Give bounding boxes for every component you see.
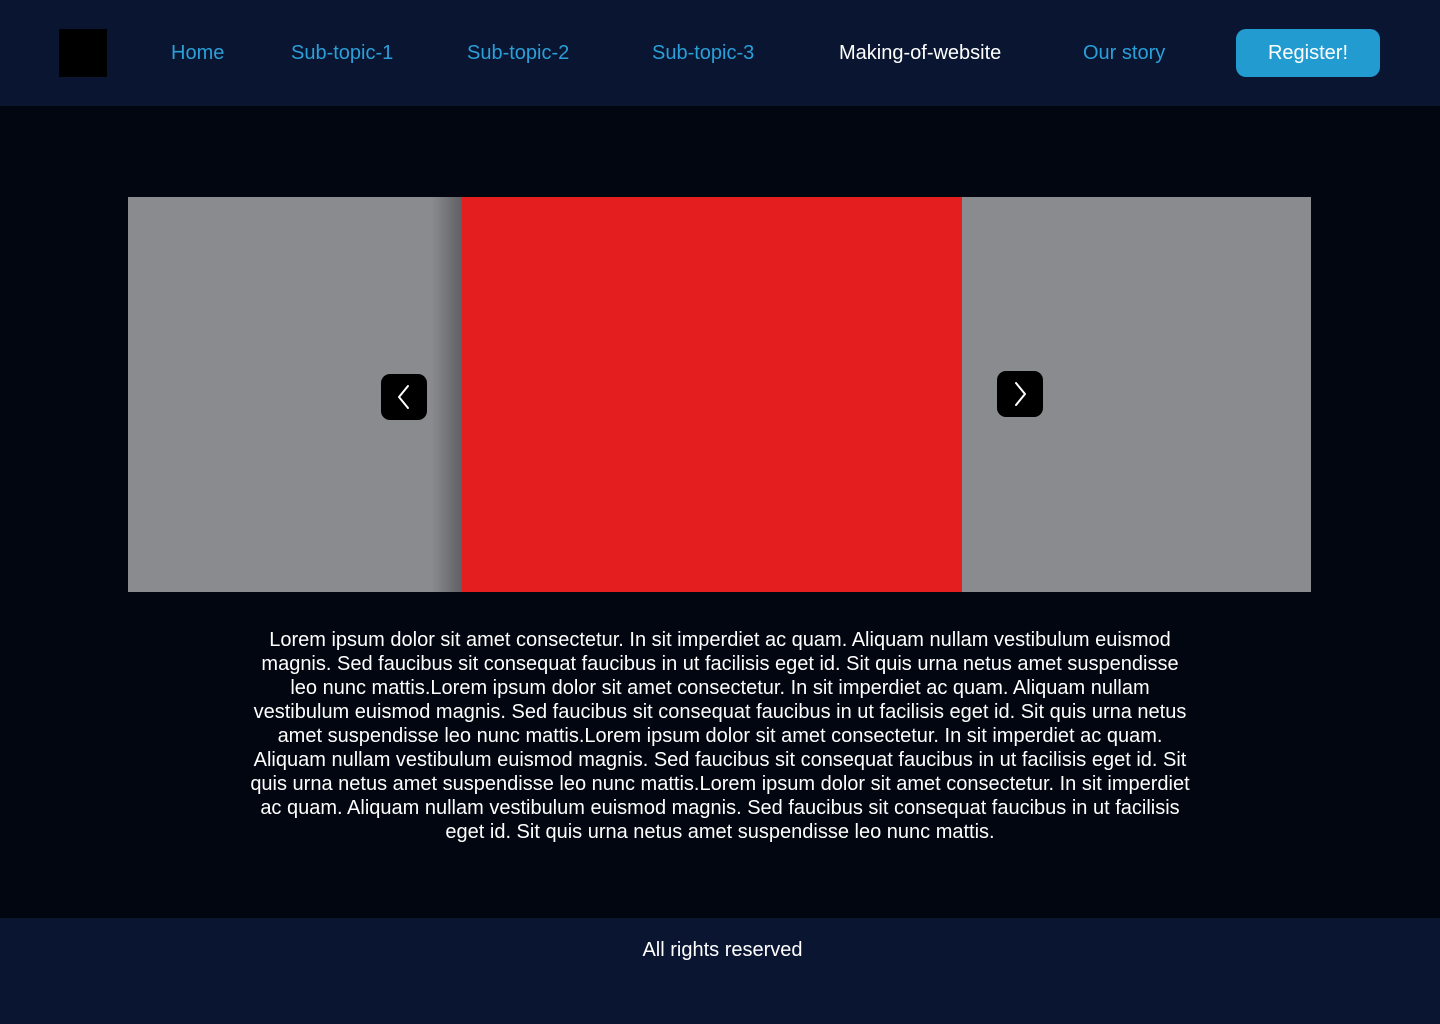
site-footer (0, 918, 1440, 1024)
nav-our-story[interactable]: Our story (1083, 40, 1165, 66)
nav-sub-topic-2[interactable]: Sub-topic-2 (467, 40, 569, 66)
carousel-slide-current (462, 197, 962, 592)
chevron-left-icon (398, 385, 409, 409)
nav-making-of-website[interactable]: Making-of-website (839, 40, 1001, 66)
nav-sub-topic-1[interactable]: Sub-topic-1 (291, 40, 393, 66)
page: Home Sub-topic-1 Sub-topic-2 Sub-topic-3… (0, 0, 1440, 1024)
footer-copyright: All rights reserved (642, 939, 803, 961)
logo[interactable] (59, 29, 107, 77)
image-carousel (128, 197, 1311, 592)
site-header: Home Sub-topic-1 Sub-topic-2 Sub-topic-3… (0, 0, 1440, 106)
nav-sub-topic-3[interactable]: Sub-topic-3 (652, 40, 754, 66)
carousel-next-button[interactable] (997, 371, 1043, 417)
nav-home[interactable]: Home (171, 40, 224, 66)
slide-shadow-left (432, 197, 462, 592)
body-paragraph: Lorem ipsum dolor sit amet consectetur. … (250, 629, 1190, 843)
register-button[interactable]: Register! (1236, 29, 1380, 77)
carousel-prev-button[interactable] (381, 374, 427, 420)
chevron-right-icon (1015, 382, 1026, 406)
